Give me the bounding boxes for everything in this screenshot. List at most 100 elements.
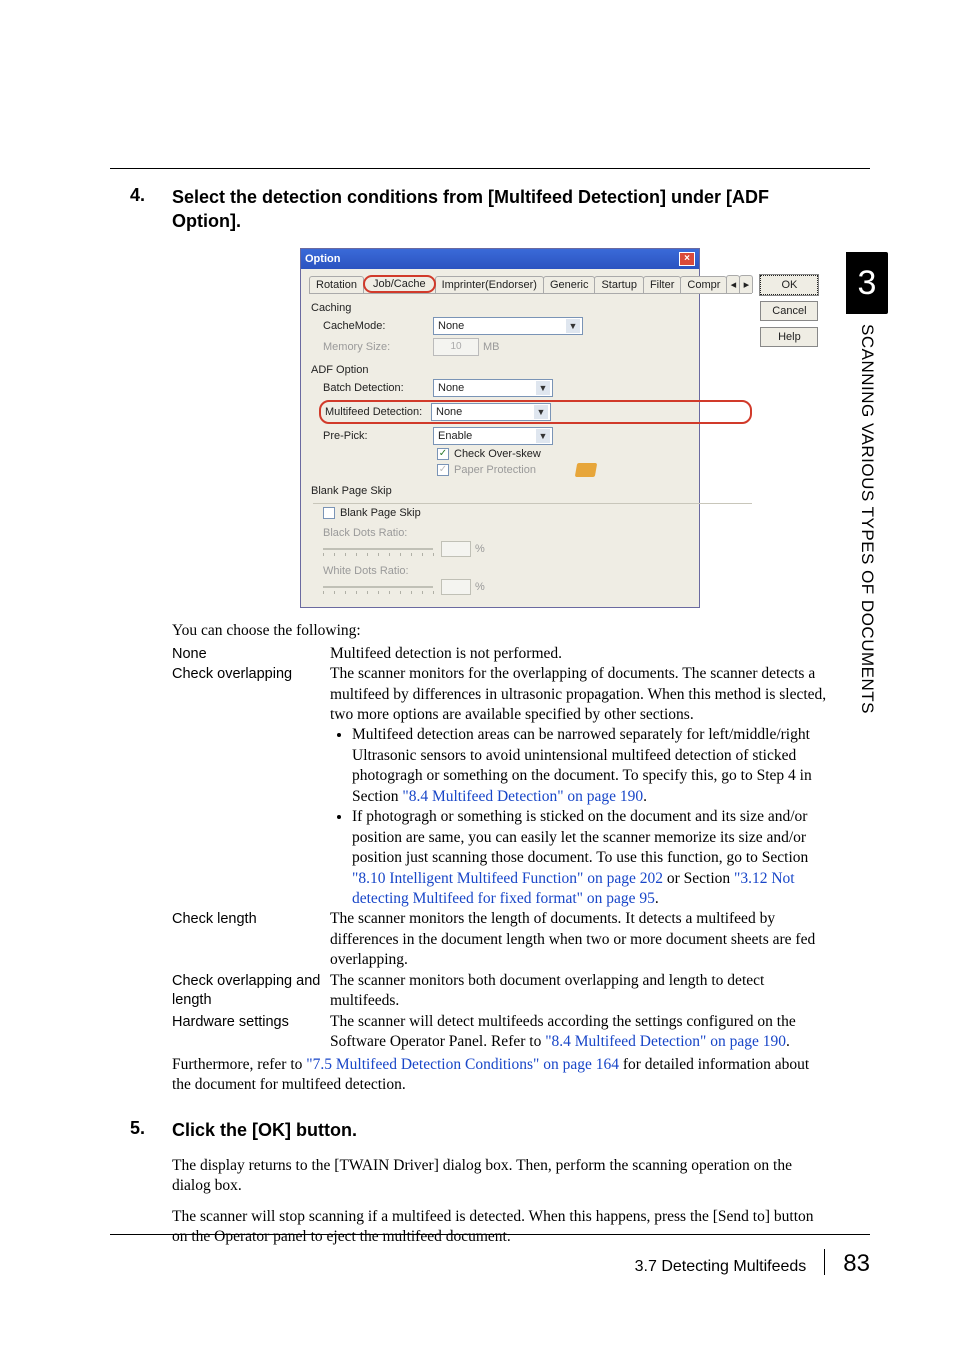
multifeed-row-highlight: Multifeed Detection: None ▼ [319,400,752,424]
footer-page: 83 [843,1250,870,1278]
multifeed-combo[interactable]: None ▼ [431,403,551,421]
step-5-number: 5. [130,1118,172,1142]
cachemode-value: None [438,320,464,332]
step-5-p1: The display returns to the [TWAIN Driver… [172,1156,830,1197]
def-none: None Multifeed detection is not performe… [172,644,830,664]
step-4-title: Select the detection conditions from [Mu… [172,185,830,234]
tail-paragraph: Furthermore, refer to "7.5 Multifeed Det… [172,1055,830,1096]
top-rule [110,168,870,169]
def-hw-text: The scanner will detect multifeeds accor… [330,1012,830,1053]
blackdots-slider-row: % [323,541,752,557]
footer-section: 3.7 Detecting Multifeeds [635,1258,807,1276]
memsize-unit: MB [483,341,500,353]
term-hw: Hardware settings [172,1012,330,1053]
chevron-down-icon: ▼ [566,319,580,333]
overskew-label: Check Over-skew [454,448,541,460]
checkbox-icon: ✓ [437,464,449,476]
prepick-combo[interactable]: Enable ▼ [433,427,553,445]
cachemode-combo[interactable]: None ▼ [433,317,583,335]
whitedots-slider-row: % [323,579,752,595]
def-hw: Hardware settings The scanner will detec… [172,1012,830,1053]
adf-label: ADF Option [311,364,752,376]
cachemode-label: CacheMode: [323,320,433,332]
tab-strip: Rotation Job/Cache Imprinter(Endorser) G… [309,275,752,294]
whitedots-value [441,579,471,595]
overskew-check[interactable]: ✓ Check Over-skew [437,448,752,460]
link-7-5[interactable]: "7.5 Multifeed Detection Conditions" on … [306,1056,619,1073]
def-overlap-b2: If photogragh or something is sticked on… [352,807,830,909]
help-button[interactable]: Help [760,327,818,347]
def-overlap: Check overlapping The scanner monitors f… [172,664,830,909]
prepick-value: Enable [438,430,472,442]
dialog-wrapper: Option × Rotation Job/Cache Imprinter(En… [300,248,830,608]
paperprotect-label: Paper Protection [454,464,536,476]
prepick-label: Pre-Pick: [323,430,433,442]
term-length: Check length [172,909,330,970]
footer-divider [824,1249,825,1275]
option-dialog: Option × Rotation Job/Cache Imprinter(En… [300,248,700,608]
pct-label-2: % [475,581,485,593]
def-length-text: The scanner monitors the length of docum… [330,909,830,970]
checkbox-icon [323,507,335,519]
chapter-number: 3 [846,252,888,314]
term-both: Check overlapping and length [172,971,330,1012]
def-length: Check length The scanner monitors the le… [172,909,830,970]
def-both-text: The scanner monitors both document overl… [330,971,830,1012]
def-overlap-p1: The scanner monitors for the overlapping… [330,665,826,723]
tab-filter[interactable]: Filter [643,276,681,293]
batch-label: Batch Detection: [323,382,433,394]
link-8-10[interactable]: "8.10 Intelligent Multifeed Function" on… [352,870,663,887]
checkbox-icon: ✓ [437,448,449,460]
lead-text: You can choose the following: [172,622,830,640]
chevron-down-icon: ▼ [534,405,548,419]
blankpage-check[interactable]: Blank Page Skip [323,507,752,519]
pct-label: % [475,543,485,555]
blankpage-chk-label: Blank Page Skip [340,507,421,519]
tab-compr[interactable]: Compr [680,276,727,293]
step-4: 4. Select the detection conditions from … [130,185,830,234]
tab-jobcache[interactable]: Job/Cache [363,275,436,293]
term-none: None [172,644,330,664]
new-badge-icon [575,463,597,477]
def-none-text: Multifeed detection is not performed. [330,644,830,664]
cancel-button[interactable]: Cancel [760,301,818,321]
chapter-tab: 3 SCANNING VARIOUS TYPES OF DOCUMENTS [846,252,888,714]
step-4-body: You can choose the following: None Multi… [172,622,830,1096]
main-content: 4. Select the detection conditions from … [130,185,830,1258]
tab-rotation[interactable]: Rotation [309,276,364,293]
whitedots-label: White Dots Ratio: [323,565,752,577]
batch-combo[interactable]: None ▼ [433,379,553,397]
blackdots-label: Black Dots Ratio: [323,527,752,539]
step-5: 5. Click the [OK] button. The display re… [130,1118,830,1248]
batch-value: None [438,382,464,394]
chevron-down-icon: ▼ [536,429,550,443]
link-8-4[interactable]: "8.4 Multifeed Detection" on page 190 [402,788,643,805]
multifeed-label: Multifeed Detection: [325,406,431,418]
tab-scroll-right[interactable]: ▸ [739,275,753,293]
tab-imprinter[interactable]: Imprinter(Endorser) [435,276,544,293]
ok-button[interactable]: OK [760,275,818,295]
link-8-4b[interactable]: "8.4 Multifeed Detection" on page 190 [545,1033,786,1050]
blackdots-slider [323,542,433,556]
def-overlap-b1: Multifeed detection areas can be narrowe… [352,725,830,807]
blackdots-value [441,541,471,557]
term-overlap: Check overlapping [172,664,330,909]
dialog-titlebar: Option × [301,249,699,269]
caching-label: Caching [311,302,752,314]
memsize-spinner: 10 [433,338,479,356]
dialog-title-text: Option [305,253,340,265]
whitedots-slider [323,580,433,594]
close-icon[interactable]: × [679,252,695,266]
step-4-number: 4. [130,185,172,234]
paperprotect-check: ✓ Paper Protection [437,463,752,477]
blankpage-label: Blank Page Skip [311,485,752,497]
tab-generic[interactable]: Generic [543,276,596,293]
step-5-title: Click the [OK] button. [172,1118,357,1142]
tab-scroll-left[interactable]: ◂ [726,275,740,293]
tab-startup[interactable]: Startup [594,276,643,293]
def-both: Check overlapping and length The scanner… [172,971,830,1012]
memsize-label: Memory Size: [323,341,433,353]
chevron-down-icon: ▼ [536,381,550,395]
multifeed-value: None [436,406,462,418]
chapter-title: SCANNING VARIOUS TYPES OF DOCUMENTS [857,324,877,714]
